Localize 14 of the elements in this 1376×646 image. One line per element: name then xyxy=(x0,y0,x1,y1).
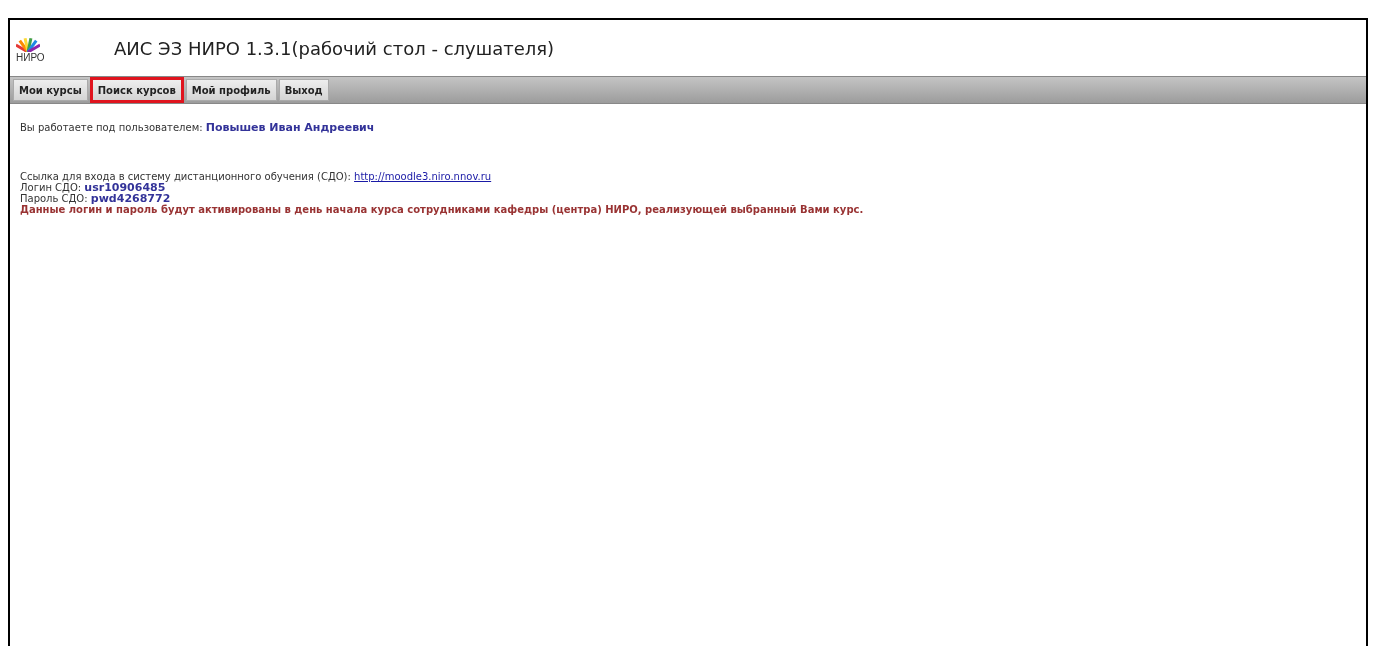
sdo-link[interactable]: http://moodle3.niro.nnov.ru xyxy=(354,171,492,182)
user-label: Вы работаете под пользователем: xyxy=(20,122,203,133)
password-value: pwd4268772 xyxy=(90,192,171,205)
nav-tab[interactable]: Поиск курсов xyxy=(89,77,184,103)
page-title: АИС ЭЗ НИРО 1.3.1(рабочий стол - слушателя) xyxy=(114,37,555,59)
user-name: Повышев Иван Андреевич xyxy=(205,121,375,134)
activation-notice: Данные логин и пароль будут активированы в день начала курса сотрудниками кафедры (центра) НИРО, реализующей выбранный Вами курс. xyxy=(20,204,865,215)
nav-tab[interactable]: Выход xyxy=(278,79,329,101)
link-label: Ссылка для входа в систему дистанционного обучения (СДО): xyxy=(20,171,351,182)
nav-tab[interactable]: Мои курсы xyxy=(13,79,88,101)
login-label: Логин СДО: xyxy=(20,182,82,193)
nav-tab[interactable]: Мой профиль xyxy=(185,79,277,101)
logo-text: НИРО xyxy=(16,51,45,63)
password-label: Пароль СДО: xyxy=(20,193,88,204)
